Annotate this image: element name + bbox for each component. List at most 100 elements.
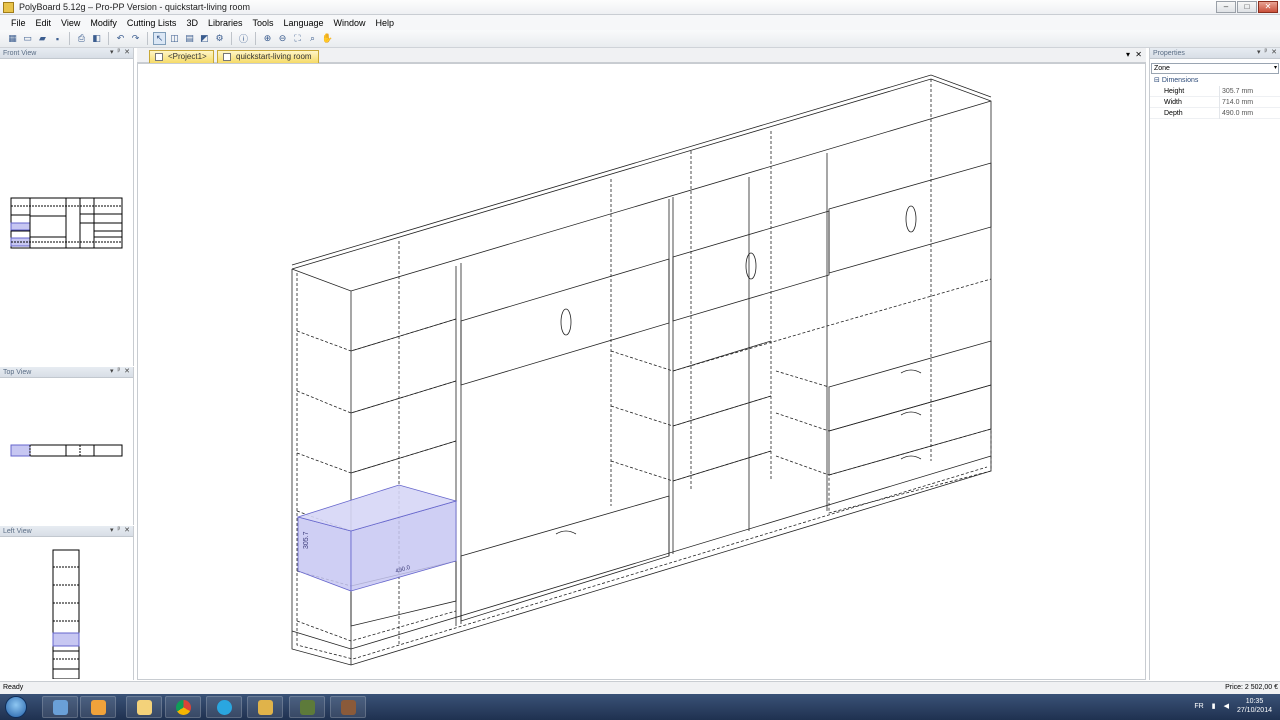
collapse-icon[interactable]: ⊟ (1154, 77, 1160, 84)
taskbar-cad[interactable] (289, 696, 325, 718)
clock[interactable]: 10:35 27/10/2014 (1237, 697, 1272, 715)
prop-value[interactable]: 714.0 mm (1219, 97, 1253, 108)
menu-cutting-lists[interactable]: Cutting Lists (122, 18, 182, 28)
tab-list-chevron-icon[interactable]: ▾ (1126, 50, 1130, 59)
select-tool-icon[interactable]: ↖ (153, 32, 166, 45)
taskbar-app[interactable] (330, 696, 366, 718)
pin-icon[interactable]: ᵖ (117, 367, 120, 375)
prop-row-width[interactable]: Width 714.0 mm (1150, 97, 1280, 108)
pin-icon[interactable]: ᵖ (117, 48, 120, 56)
close-icon[interactable]: ✕ (1271, 48, 1277, 56)
print-preview-icon[interactable]: ◧ (90, 32, 103, 45)
print-icon[interactable]: ⎙ (75, 32, 88, 45)
menu-file[interactable]: File (6, 18, 31, 28)
prop-value[interactable]: 490.0 mm (1219, 108, 1253, 119)
language-indicator[interactable]: FR (1194, 703, 1203, 710)
pan-hand-icon[interactable]: ✋ (321, 32, 334, 45)
undo-icon[interactable]: ↶ (114, 32, 127, 45)
document-icon (223, 53, 231, 61)
cabinet-3d-drawing[interactable]: 305.7 490.0 (138, 64, 1145, 679)
toolbar-separator (255, 32, 256, 45)
front-view-thumbnail[interactable] (0, 59, 134, 365)
document-tab-bar: <Project1> quickstart-living room ▾ ✕ (137, 48, 1146, 63)
menu-3d[interactable]: 3D (181, 18, 203, 28)
document-icon (155, 53, 163, 61)
taskbar-media-app[interactable] (42, 696, 78, 718)
save-icon[interactable]: ▪ (51, 32, 64, 45)
taskbar-polyboard[interactable] (247, 696, 283, 718)
chevron-down-icon[interactable]: ▾ (110, 367, 114, 375)
zoom-window-icon[interactable]: ⌕ (306, 32, 319, 45)
cad-icon (299, 699, 315, 715)
prop-value[interactable]: 305.7 mm (1219, 86, 1253, 97)
settings-icon[interactable]: ⚙ (213, 32, 226, 45)
start-button[interactable] (5, 696, 27, 718)
prop-row-depth[interactable]: Depth 490.0 mm (1150, 108, 1280, 119)
status-text: Ready (3, 684, 24, 691)
taskbar-player-app[interactable] (80, 696, 116, 718)
media-icon (52, 699, 68, 715)
layout-icon[interactable]: ▤ (183, 32, 196, 45)
object-type-value: Zone (1154, 65, 1170, 72)
maximize-button[interactable]: □ (1237, 1, 1257, 13)
menu-language[interactable]: Language (278, 18, 328, 28)
os-taskbar: FR ▮ ◀ 10:35 27/10/2014 (0, 694, 1280, 720)
tab-project1[interactable]: <Project1> (149, 50, 214, 63)
menu-tools[interactable]: Tools (247, 18, 278, 28)
clock-time: 10:35 (1245, 698, 1264, 705)
close-icon[interactable]: ✕ (124, 526, 130, 534)
cabinet-icon[interactable]: ◫ (168, 32, 181, 45)
player-icon (90, 699, 106, 715)
chevron-down-icon[interactable]: ▾ (1257, 48, 1261, 56)
network-icon[interactable]: ▮ (1212, 702, 1216, 710)
system-tray: FR ▮ ◀ 10:35 27/10/2014 (1194, 697, 1272, 715)
main-toolbar: ▦ ▭ ▰ ▪ ⎙ ◧ ↶ ↷ ↖ ◫ ▤ ◩ ⚙ ⓘ ⊕ ⊖ ⛶ ⌕ ✋ (0, 30, 1280, 48)
chevron-down-icon[interactable]: ▾ (110, 48, 114, 56)
close-icon[interactable]: ✕ (124, 48, 130, 56)
tab-label: quickstart-living room (236, 52, 312, 61)
taskbar-chrome[interactable] (165, 696, 201, 718)
3d-viewport[interactable]: 305.7 490.0 (137, 63, 1146, 680)
zoom-out-icon[interactable]: ⊖ (276, 32, 289, 45)
top-view-thumbnail[interactable] (0, 378, 134, 524)
menu-window[interactable]: Window (329, 18, 371, 28)
new-project-icon[interactable]: ▦ (6, 32, 19, 45)
redo-icon[interactable]: ↷ (129, 32, 142, 45)
window-title: PolyBoard 5.12g – Pro-PP Version - quick… (19, 2, 250, 12)
menu-view[interactable]: View (56, 18, 85, 28)
open-folder-icon[interactable]: ▰ (36, 32, 49, 45)
section-title: Dimensions (1161, 77, 1199, 84)
volume-icon[interactable]: ◀ (1224, 702, 1229, 710)
info-icon[interactable]: ⓘ (237, 32, 250, 45)
menu-modify[interactable]: Modify (85, 18, 122, 28)
pin-icon[interactable]: ᵖ (1264, 48, 1267, 56)
front-view-title: Front View (3, 49, 37, 57)
zoom-in-icon[interactable]: ⊕ (261, 32, 274, 45)
close-document-icon[interactable]: ✕ (1135, 50, 1142, 59)
menu-edit[interactable]: Edit (31, 18, 57, 28)
taskbar-skype[interactable] (206, 696, 242, 718)
chevron-down-icon[interactable]: ▾ (110, 526, 114, 534)
new-file-icon[interactable]: ▭ (21, 32, 34, 45)
pin-icon[interactable]: ᵖ (117, 526, 120, 534)
menu-libraries[interactable]: Libraries (203, 18, 248, 28)
minimize-button[interactable]: – (1216, 1, 1236, 13)
prop-key: Width (1164, 99, 1182, 106)
close-icon[interactable]: ✕ (124, 367, 130, 375)
properties-title: Properties (1153, 49, 1185, 57)
left-view-panel: Left View ▾ ᵖ ✕ (0, 526, 134, 680)
3d-view-icon[interactable]: ◩ (198, 32, 211, 45)
top-view-header: Top View ▾ ᵖ ✕ (0, 367, 133, 378)
title-bar: PolyBoard 5.12g – Pro-PP Version - quick… (0, 0, 1280, 15)
zoom-extents-icon[interactable]: ⛶ (291, 32, 304, 45)
prop-row-height[interactable]: Height 305.7 mm (1150, 86, 1280, 97)
object-type-select[interactable]: Zone ▾ (1151, 63, 1279, 74)
tab-quickstart-living-room[interactable]: quickstart-living room (217, 50, 319, 63)
dimensions-section[interactable]: ⊟ Dimensions (1154, 76, 1198, 84)
close-button[interactable]: ✕ (1258, 1, 1278, 13)
prop-key: Depth (1164, 110, 1183, 117)
menu-help[interactable]: Help (371, 18, 400, 28)
left-view-thumbnail[interactable] (0, 537, 134, 680)
taskbar-explorer[interactable] (126, 696, 162, 718)
zone-height-label: 305.7 (303, 531, 310, 549)
